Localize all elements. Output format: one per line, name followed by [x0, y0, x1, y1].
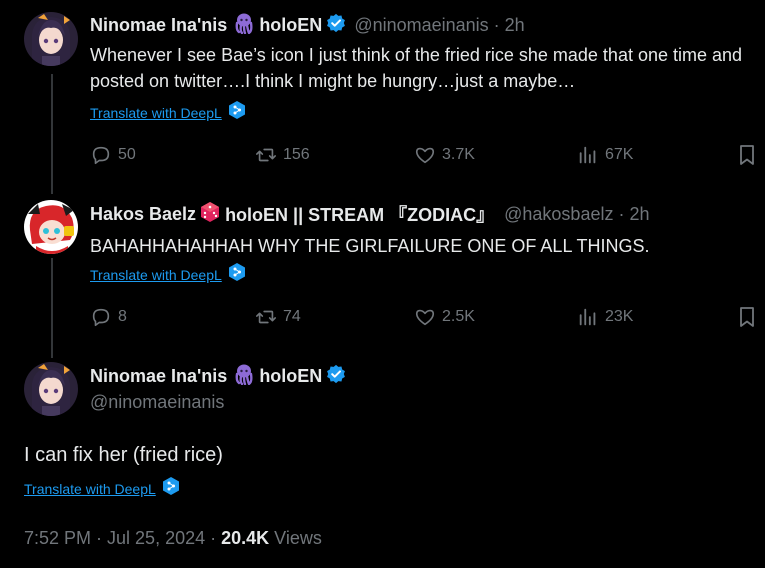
reply-icon	[92, 308, 110, 327]
views-icon	[579, 146, 596, 164]
repost-button[interactable]: 74	[255, 306, 301, 328]
deepl-icon	[162, 476, 180, 501]
tweet1-handle-time[interactable]: @ninomaeinanis · 2h	[354, 15, 524, 36]
tweet2-name-suffix: holoEN || STREAM 『ZODIAC』	[225, 205, 495, 225]
views-button[interactable]: 23K	[577, 306, 633, 328]
views-count: 23K	[605, 308, 634, 325]
translate-link[interactable]: Translate with DeepL	[90, 105, 222, 121]
repost-icon	[256, 310, 276, 324]
repost-count: 156	[283, 146, 310, 163]
views-icon	[579, 308, 596, 326]
main-text: I can fix her (fried rice)	[24, 444, 223, 466]
bookmark-button[interactable]	[737, 306, 763, 328]
thread-line	[51, 258, 53, 358]
tweet2-handle-time[interactable]: @hakosbaelz · 2h	[504, 204, 649, 225]
like-button[interactable]: 3.7K	[414, 144, 475, 166]
views-label: Views	[274, 528, 322, 548]
reply-count: 50	[118, 146, 136, 163]
like-icon	[415, 147, 435, 164]
tweet1-translate[interactable]: Translate with DeepL	[90, 100, 246, 125]
main-display-name[interactable]: Ninomae Ina'nis	[90, 366, 227, 387]
translate-link[interactable]: Translate with DeepL	[90, 267, 222, 283]
views-count: 67K	[605, 146, 634, 163]
like-count: 3.7K	[442, 146, 475, 163]
deepl-icon	[228, 262, 246, 287]
tweet1-name-suffix: holoEN	[259, 14, 323, 35]
tweet2-display-name[interactable]: Hakos Baelz	[90, 204, 196, 225]
avatar[interactable]	[24, 362, 78, 416]
tweet2-translate[interactable]: Translate with DeepL	[90, 262, 246, 287]
main-header: Ninomae Ina'nis holoEN	[90, 363, 346, 389]
tweet1-header: Ninomae Ina'nis holoEN @ninomaeinanis · …	[90, 12, 525, 38]
thread-line	[51, 74, 53, 194]
main-handle[interactable]: @ninomaeinanis	[90, 392, 224, 413]
tweet2-header: Hakos Baelz holoEN || STREAM 『ZODIAC』 @h…	[90, 201, 649, 227]
views-button[interactable]: 67K	[577, 144, 633, 166]
tweet1-display-name[interactable]: Ninomae Ina'nis	[90, 15, 227, 36]
translate-link[interactable]: Translate with DeepL	[24, 481, 156, 497]
repost-count: 74	[283, 308, 301, 325]
bookmark-button[interactable]	[737, 144, 763, 166]
main-translate[interactable]: Translate with DeepL	[24, 476, 180, 501]
reply-icon	[92, 146, 110, 165]
like-button[interactable]: 2.5K	[414, 306, 475, 328]
like-icon	[415, 309, 435, 326]
tweet2-text: BAHAHHAHAHHAH WHY THE GIRLFAILURE ONE OF…	[90, 236, 650, 256]
bookmark-icon	[740, 145, 754, 165]
bookmark-icon	[740, 307, 754, 327]
verified-badge-icon	[326, 13, 346, 38]
reply-button[interactable]: 8	[90, 306, 127, 328]
main-name-suffix: holoEN	[259, 365, 323, 386]
reply-count: 8	[118, 308, 127, 325]
octopus-emoji	[233, 12, 255, 39]
tweet1-text: Whenever I see Bae’s icon I just think o…	[90, 45, 743, 91]
octopus-emoji	[233, 363, 255, 390]
avatar[interactable]	[24, 200, 78, 254]
dice-emoji	[199, 201, 221, 228]
like-count: 2.5K	[442, 308, 475, 325]
view-count: 20.4K	[221, 528, 270, 548]
main-meta: 7:52 PM · Jul 25, 2024 · 20.4K Views	[24, 528, 322, 549]
reply-button[interactable]: 50	[90, 144, 136, 166]
repost-icon	[256, 148, 276, 162]
avatar[interactable]	[24, 12, 78, 66]
deepl-icon	[228, 100, 246, 125]
repost-button[interactable]: 156	[255, 144, 310, 166]
verified-badge-icon	[326, 364, 346, 389]
timestamp[interactable]: 7:52 PM · Jul 25, 2024 ·	[24, 528, 221, 548]
